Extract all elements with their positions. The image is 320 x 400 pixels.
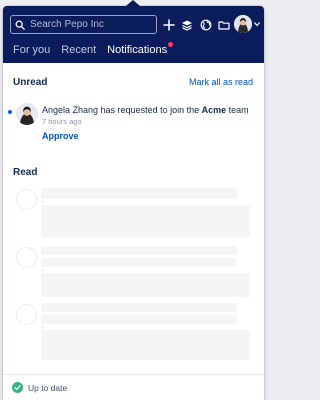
approve-button[interactable]: Approve — [42, 131, 79, 141]
nav-tabs: For you Recent Notifications — [13, 42, 174, 56]
notification-time: 7 hours ago — [42, 117, 82, 126]
check-circle-icon — [12, 382, 23, 393]
search-icon — [15, 20, 25, 30]
tab-notifications-label: Notifications — [107, 44, 168, 56]
chevron-down-icon — [254, 22, 260, 27]
tab-recent[interactable]: Recent — [61, 44, 96, 56]
placeholder-line — [41, 246, 237, 255]
profile-menu[interactable] — [234, 15, 260, 33]
placeholder-line — [41, 258, 237, 267]
placeholder-avatar — [16, 189, 37, 210]
tab-for-you[interactable]: For you — [13, 44, 50, 56]
status-text: Up to date — [28, 382, 68, 393]
unread-indicator — [8, 110, 12, 114]
placeholder-line — [41, 315, 237, 324]
placeholder-avatar — [16, 304, 37, 325]
requester-avatar[interactable] — [16, 103, 38, 125]
team-name: Acme — [201, 105, 227, 115]
placeholder-block — [41, 205, 250, 237]
notification-text-prefix: Angela Zhang has requested to join the — [42, 105, 202, 115]
tab-notifications[interactable]: Notifications — [107, 42, 174, 56]
unread-heading: Unread — [13, 77, 48, 88]
notifications-panel: Search Pepo Inc For you Recent Notificat… — [3, 6, 264, 400]
status-footer: Up to date — [3, 374, 264, 400]
placeholder-avatar — [16, 247, 37, 268]
notification-indicator — [168, 42, 174, 47]
avatar — [234, 15, 252, 33]
search-placeholder: Search Pepo Inc — [30, 19, 104, 30]
search-input[interactable]: Search Pepo Inc — [10, 15, 157, 34]
layers-icon[interactable] — [180, 18, 193, 31]
notification-message: Angela Zhang has requested to join the A… — [42, 105, 249, 115]
top-nav: Search Pepo Inc For you Recent Notificat… — [3, 6, 264, 63]
placeholder-line — [41, 303, 237, 312]
placeholder-block — [41, 330, 250, 360]
notification-text-suffix: team — [226, 105, 249, 115]
read-heading: Read — [13, 167, 38, 178]
placeholder-line — [41, 188, 237, 199]
globe-icon[interactable] — [199, 18, 212, 31]
folder-icon[interactable] — [217, 18, 230, 31]
plus-icon[interactable] — [162, 18, 175, 31]
mark-all-read-link[interactable]: Mark all as read — [189, 77, 253, 87]
placeholder-block — [41, 273, 250, 297]
